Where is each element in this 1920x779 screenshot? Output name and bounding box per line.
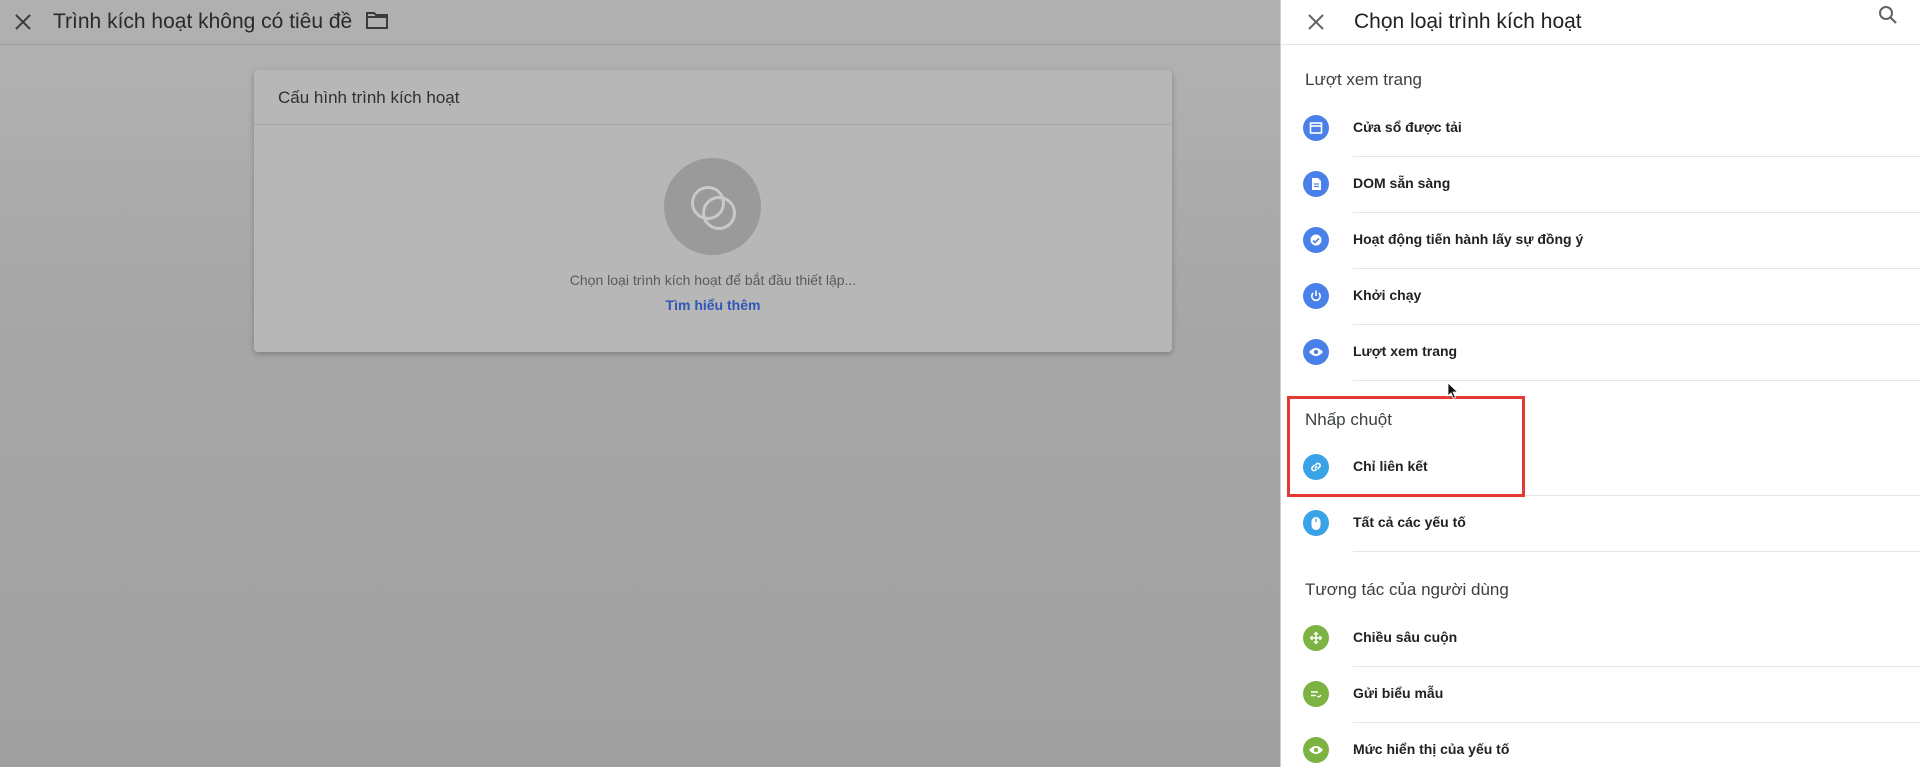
trigger-option-label: Mức hiển thị của yếu tố	[1353, 741, 1510, 757]
trigger-option-form-submission[interactable]: Gửi biểu mẫu	[1303, 667, 1920, 723]
section-title-page-view: Lượt xem trang	[1305, 70, 1423, 89]
close-icon[interactable]	[1308, 14, 1324, 30]
trigger-option-page-view[interactable]: Lượt xem trang	[1303, 325, 1920, 381]
trigger-option-dom-ready[interactable]: DOM sẵn sàng	[1303, 157, 1920, 213]
consent-shield-icon	[1303, 227, 1329, 253]
folder-icon[interactable]	[366, 11, 389, 34]
trigger-option-label: Cửa sổ được tải	[1353, 119, 1462, 135]
trigger-option-label: Lượt xem trang	[1353, 343, 1458, 359]
document-icon	[1303, 171, 1329, 197]
form-icon	[1303, 681, 1329, 707]
trigger-option-label: Hoạt động tiến hành lấy sự đồng ý	[1353, 231, 1584, 247]
trigger-editor: Trình kích hoạt không có tiêu đề Cấu hìn…	[0, 0, 1280, 767]
config-hint: Chọn loại trình kích hoạt để bắt đầu thi…	[569, 272, 857, 288]
trigger-type-panel: Chọn loại trình kích hoạt Lượt xem trang…	[1280, 0, 1920, 767]
highlight-annotation-box	[1287, 396, 1525, 497]
window-icon	[1303, 115, 1329, 141]
trigger-option-label: Tất cả các yếu tố	[1353, 514, 1466, 530]
trigger-option-label: Gửi biểu mẫu	[1353, 685, 1444, 701]
learn-more-link[interactable]: Tìm hiểu thêm	[254, 297, 1172, 313]
power-icon	[1303, 283, 1329, 309]
trigger-option-all-elements[interactable]: Tất cả các yếu tố	[1303, 496, 1920, 552]
eye-icon	[1303, 339, 1329, 365]
eye-icon	[1303, 737, 1329, 763]
trigger-type-placeholder-icon[interactable]	[664, 158, 761, 255]
editor-header: Trình kích hoạt không có tiêu đề	[0, 0, 1280, 45]
trigger-option-initialization[interactable]: Khởi chạy	[1303, 269, 1920, 325]
trigger-option-consent-initialization[interactable]: Hoạt động tiến hành lấy sự đồng ý	[1303, 213, 1920, 269]
trigger-configuration-card[interactable]: Cấu hình trình kích hoạt Chọn loại trình…	[254, 70, 1172, 352]
mouse-cursor-icon	[1447, 382, 1459, 405]
trigger-option-label: Chiều sâu cuộn	[1353, 629, 1458, 645]
close-icon[interactable]	[15, 14, 31, 30]
panel-header: Chọn loại trình kích hoạt	[1281, 0, 1920, 45]
trigger-option-label: DOM sẵn sàng	[1353, 175, 1451, 191]
trigger-option-window-loaded[interactable]: Cửa sổ được tải	[1303, 101, 1920, 157]
card-title: Cấu hình trình kích hoạt	[278, 88, 460, 107]
trigger-option-element-visibility[interactable]: Mức hiển thị của yếu tố	[1303, 723, 1920, 779]
card-divider	[254, 124, 1172, 125]
trigger-name[interactable]: Trình kích hoạt không có tiêu đề	[53, 10, 352, 34]
mouse-icon	[1303, 510, 1329, 536]
panel-title: Chọn loại trình kích hoạt	[1354, 10, 1582, 33]
scroll-move-icon	[1303, 625, 1329, 651]
trigger-option-scroll-depth[interactable]: Chiều sâu cuộn	[1303, 611, 1920, 667]
trigger-option-label: Khởi chạy	[1353, 287, 1422, 303]
section-title-user-engagement: Tương tác của người dùng	[1305, 580, 1509, 599]
search-icon[interactable]	[1877, 4, 1899, 31]
